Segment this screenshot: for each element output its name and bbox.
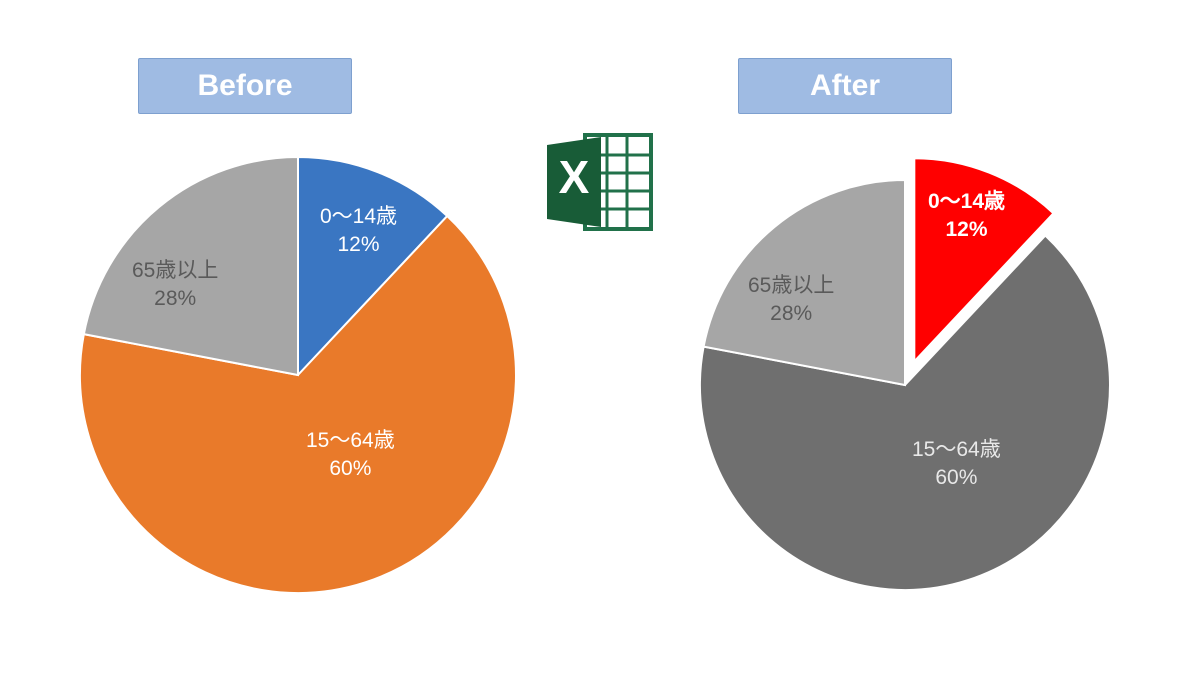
after-label-65plus: 65歳以上 28%: [748, 272, 834, 329]
slice-pct: 12%: [320, 231, 397, 259]
slice-name: 15～64歳: [306, 427, 395, 455]
slice-name: 15～64歳: [912, 436, 1001, 464]
slice-name: 0～14歳: [320, 203, 397, 231]
before-title-text: Before: [197, 69, 292, 102]
slice-name: 65歳以上: [132, 257, 218, 285]
after-pie-chart: 0～14歳 12% 15～64歳 60% 65歳以上 28%: [680, 150, 1130, 600]
slice-name: 65歳以上: [748, 272, 834, 300]
slice-pct: 60%: [306, 455, 395, 483]
after-label-15-64: 15～64歳 60%: [912, 436, 1001, 493]
before-label-65plus: 65歳以上 28%: [132, 257, 218, 314]
slice-pct: 28%: [748, 300, 834, 328]
after-pie-slices: [700, 158, 1110, 590]
slice-pct: 12%: [928, 216, 1005, 244]
after-label-0-14: 0～14歳 12%: [928, 188, 1005, 245]
before-label-0-14: 0～14歳 12%: [320, 203, 397, 260]
after-title-text: After: [810, 69, 880, 102]
before-title-pill: Before: [138, 58, 352, 114]
svg-text:X: X: [559, 151, 590, 203]
slice-name: 0～14歳: [928, 188, 1005, 216]
slice-pct: 60%: [912, 464, 1001, 492]
chart-comparison: Before After X: [0, 0, 1200, 675]
before-pie-slices: [80, 157, 516, 593]
before-label-15-64: 15～64歳 60%: [306, 427, 395, 484]
excel-icon: X: [541, 127, 659, 237]
slice-pct: 28%: [132, 285, 218, 313]
before-pie-chart: 0～14歳 12% 15～64歳 60% 65歳以上 28%: [68, 145, 528, 605]
after-title-pill: After: [738, 58, 952, 114]
